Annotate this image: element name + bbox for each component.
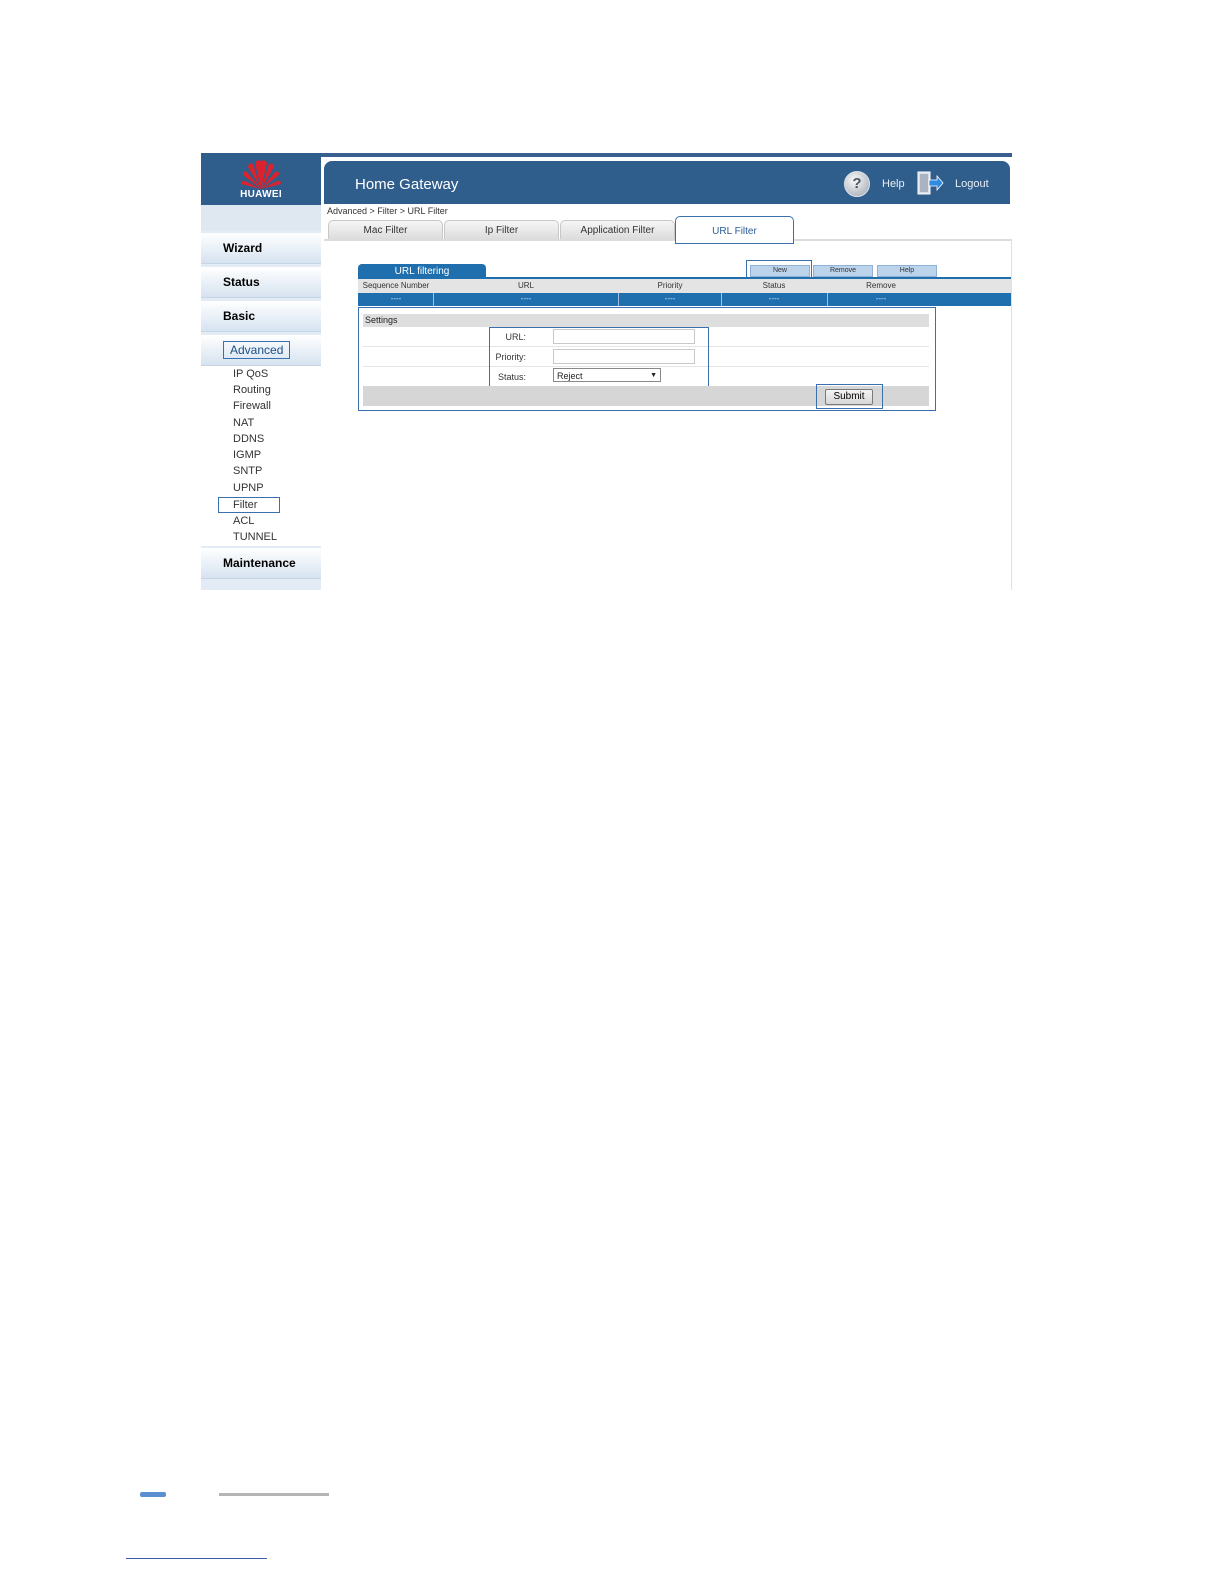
table-header: Sequence Number URL Priority Status Remo…: [358, 277, 1012, 293]
sidebar: HUAWEI Wizard Status Basic Advanced IP Q…: [201, 153, 321, 590]
sidebar-section-advanced[interactable]: Advanced: [201, 335, 321, 366]
app-header: Home Gateway ? Help Logout: [324, 161, 1010, 204]
sidebar-item-firewall[interactable]: Firewall: [233, 400, 271, 412]
column-header: Priority: [657, 281, 683, 290]
sidebar-item-routing[interactable]: Routing: [233, 384, 271, 396]
sidebar-section-label: Status: [223, 275, 260, 289]
sidebar-section-wizard[interactable]: Wizard: [201, 233, 321, 264]
cell-divider: [721, 293, 722, 306]
sidebar-item-ddns[interactable]: DDNS: [233, 433, 264, 445]
column-header: Sequence Number: [362, 281, 430, 290]
help-link[interactable]: Help: [882, 178, 905, 190]
logout-icon[interactable]: [916, 170, 944, 196]
sidebar-spacer: [201, 205, 321, 231]
tab-underline: [324, 239, 1012, 241]
footer-line: [126, 1558, 267, 1559]
settings-title: Settings: [363, 314, 929, 327]
breadcrumb: Advanced > Filter > URL Filter: [327, 206, 448, 216]
table-cell: ----: [768, 294, 780, 303]
new-button[interactable]: New: [750, 265, 810, 277]
sidebar-section-label: Basic: [223, 309, 256, 323]
panel-title: URL filtering: [358, 264, 486, 278]
column-header: URL: [517, 281, 535, 290]
table-cell: ----: [664, 294, 676, 303]
sidebar-item-filter[interactable]: Filter: [218, 497, 280, 513]
column-header: Remove: [866, 281, 896, 290]
column-header: Status: [762, 281, 786, 290]
sidebar-item-igmp[interactable]: IGMP: [233, 449, 261, 461]
advanced-submenu: IP QoS Routing Firewall NAT DDNS IGMP SN…: [201, 366, 321, 546]
brand-logo: HUAWEI: [201, 153, 321, 205]
cell-divider: [433, 293, 434, 306]
cell-divider: [618, 293, 619, 306]
help-icon[interactable]: ?: [844, 171, 870, 197]
sidebar-item-acl[interactable]: ACL: [233, 515, 254, 527]
tab-application-filter[interactable]: Application Filter: [560, 220, 675, 239]
help-button[interactable]: Help: [877, 265, 937, 277]
content-border: [1011, 241, 1012, 590]
sidebar-item-sntp[interactable]: SNTP: [233, 465, 262, 477]
table-cell: ----: [520, 294, 532, 303]
table-cell: ----: [875, 294, 887, 303]
remove-button[interactable]: Remove: [813, 265, 873, 277]
sidebar-section-label: Wizard: [223, 241, 263, 255]
logout-link[interactable]: Logout: [955, 178, 989, 190]
sidebar-section-status[interactable]: Status: [201, 267, 321, 298]
sidebar-item-upnp[interactable]: UPNP: [233, 482, 264, 494]
tab-ip-filter[interactable]: Ip Filter: [444, 220, 559, 239]
table-row: ---- ---- ---- ---- ----: [358, 293, 1012, 306]
app-title: Home Gateway: [355, 176, 459, 193]
sidebar-item-ip-qos[interactable]: IP QoS: [233, 368, 268, 380]
tab-url-filter[interactable]: URL Filter: [675, 216, 794, 244]
huawei-logo-icon: [241, 160, 281, 189]
cell-divider: [827, 293, 828, 306]
footer-rule: [219, 1493, 329, 1496]
sidebar-item-tunnel[interactable]: TUNNEL: [233, 531, 277, 543]
sidebar-item-nat[interactable]: NAT: [233, 417, 254, 429]
sidebar-section-maintenance[interactable]: Maintenance: [201, 548, 321, 579]
tab-mac-filter[interactable]: Mac Filter: [328, 220, 443, 239]
submit-button[interactable]: Submit: [825, 389, 873, 405]
sidebar-section-label: Maintenance: [223, 556, 296, 570]
fields-highlight: [489, 327, 709, 388]
screenshot-frame: HUAWEI Wizard Status Basic Advanced IP Q…: [201, 153, 1012, 590]
table-cell: ----: [390, 294, 402, 303]
footer-accent: [140, 1492, 166, 1497]
brand-wordmark: HUAWEI: [240, 189, 282, 200]
top-band: [201, 153, 1012, 157]
sidebar-section-basic[interactable]: Basic: [201, 301, 321, 332]
sidebar-section-label: Advanced: [223, 341, 291, 359]
